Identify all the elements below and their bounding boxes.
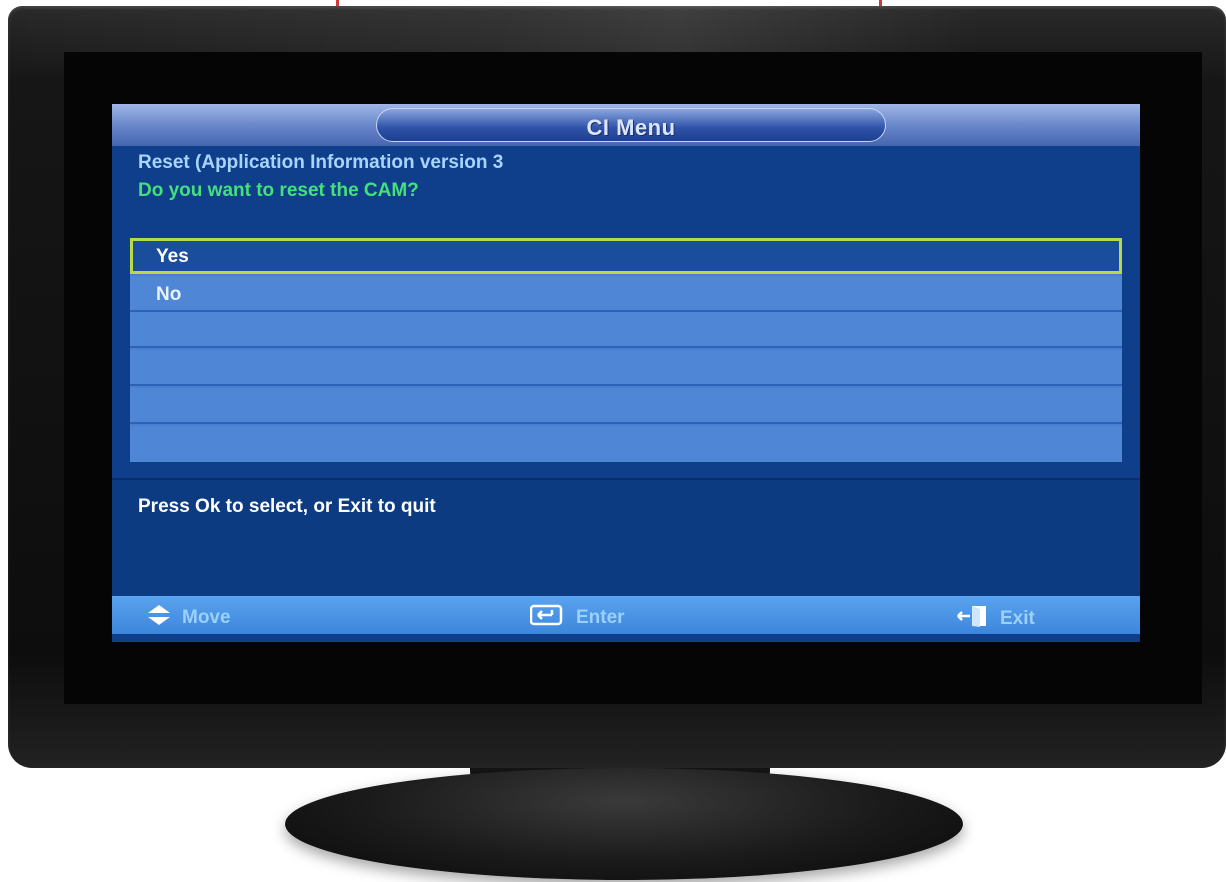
options-list: Yes No: [130, 238, 1122, 462]
empty-row: [130, 350, 1122, 386]
enter-label: Enter: [576, 607, 625, 628]
up-down-arrows-icon: [146, 604, 172, 632]
exit-hint: Exit: [956, 604, 1035, 634]
footer-bar: Move Enter Exit: [112, 596, 1140, 634]
enter-key-icon: [529, 604, 566, 632]
option-yes[interactable]: Yes: [130, 238, 1122, 274]
exit-label: Exit: [1000, 608, 1035, 629]
empty-row: [130, 312, 1122, 348]
option-label: No: [156, 284, 182, 305]
ci-menu-dialog: CI Menu Reset (Application Information v…: [112, 104, 1140, 642]
move-hint: Move: [146, 604, 231, 632]
menu-title: CI Menu: [586, 115, 676, 140]
help-panel: Press Ok to select, or Exit to quit: [112, 478, 1140, 598]
help-text: Press Ok to select, or Exit to quit: [138, 496, 436, 517]
option-label: Yes: [156, 246, 189, 267]
option-no[interactable]: No: [130, 276, 1122, 312]
tv-stand-base: [285, 768, 963, 880]
title-pill: CI Menu: [376, 108, 886, 142]
enter-hint: Enter: [529, 604, 625, 632]
empty-row: [130, 388, 1122, 424]
reset-question-text: Do you want to reset the CAM?: [138, 180, 419, 201]
exit-door-icon: [956, 604, 990, 634]
empty-row: [130, 426, 1122, 462]
move-label: Move: [182, 607, 231, 628]
application-info-text: Reset (Application Information version 3: [138, 152, 504, 173]
ci-menu-titlebar: CI Menu: [112, 104, 1140, 146]
